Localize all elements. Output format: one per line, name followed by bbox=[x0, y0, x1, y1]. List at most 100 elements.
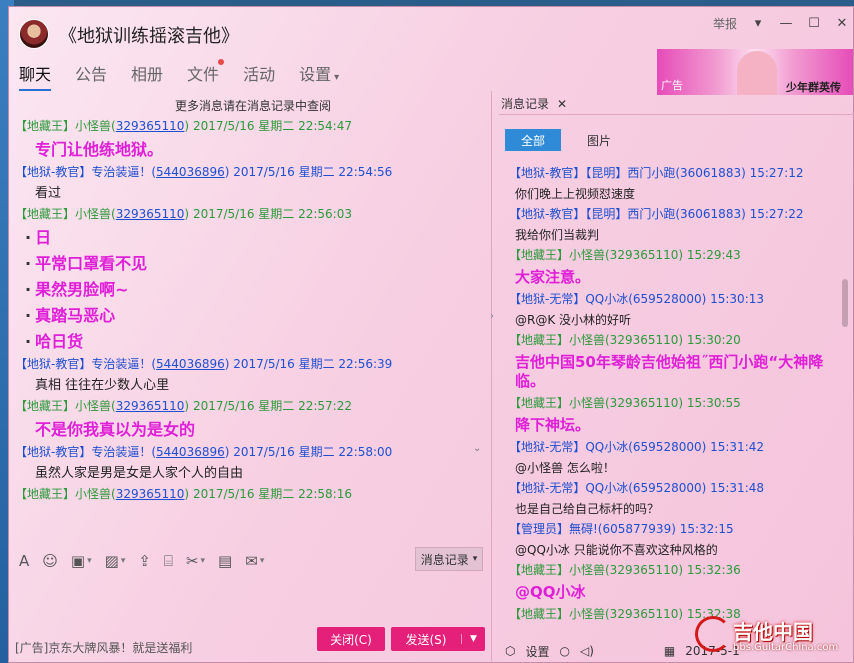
sender-title: 【地藏王】 bbox=[15, 207, 76, 221]
filter-all[interactable]: 全部 bbox=[505, 129, 561, 151]
history-message-text: 降下神坛。 bbox=[515, 416, 591, 434]
history-message-header: 【地狱-无常】QQ小冰(659528000) 15:30:13 bbox=[509, 292, 765, 306]
main-nav: 聊天 公告 相册 文件 活动 设置 ▾ bbox=[19, 59, 363, 91]
tab-settings-label: 设置 bbox=[299, 65, 332, 84]
sender-title: 【地狱-教官】 bbox=[15, 165, 92, 179]
group-avatar[interactable] bbox=[19, 19, 49, 49]
message-time: 2017/5/16 星期二 22:58:00 bbox=[233, 445, 393, 459]
history-scrollbar[interactable] bbox=[841, 161, 849, 641]
chat-message-area[interactable]: 更多消息请在消息记录中查阅 【地藏王】小怪兽(329365110) 2017/5/… bbox=[15, 91, 491, 541]
history-message-header: 【地藏王】小怪兽(329365110) 15:29:43 bbox=[509, 248, 741, 262]
sender-name[interactable]: 小怪兽( bbox=[75, 399, 116, 413]
close-icon[interactable]: ✕ bbox=[835, 16, 849, 31]
history-tab-label: 消息记录 bbox=[501, 97, 550, 111]
history-settings-label[interactable]: 设置 bbox=[525, 643, 549, 660]
dropdown-icon[interactable]: ▾ bbox=[751, 16, 765, 31]
history-tab-bar: 消息记录 ✕ bbox=[499, 91, 854, 115]
sender-qq-number[interactable]: 544036896 bbox=[156, 445, 225, 459]
message-text: 哈日货 bbox=[25, 332, 491, 352]
sender-name[interactable]: 专治装逼！( bbox=[91, 357, 156, 371]
history-message-header: 【管理员】無碍!(605877939) 15:32:15 bbox=[509, 522, 734, 536]
window-controls: 举报 ▾ — ☐ ✕ bbox=[713, 15, 849, 32]
calendar-icon[interactable]: ▦ bbox=[664, 644, 675, 658]
message-history-button[interactable]: 消息记录 ▾ bbox=[415, 547, 483, 571]
watermark-brand: 吉他中国 bbox=[733, 620, 813, 644]
minimize-icon[interactable]: — bbox=[779, 16, 793, 31]
message-text: 不是你我真以为是女的 bbox=[35, 420, 196, 439]
message-header: 【地藏王】小怪兽(329365110) 2017/5/16 星期二 22:56:… bbox=[15, 206, 491, 222]
message-time: 2017/5/16 星期二 22:54:56 bbox=[233, 165, 393, 179]
panel-divider[interactable]: › bbox=[490, 91, 499, 661]
sender-title: 【地藏王】 bbox=[15, 487, 76, 501]
sender-title: 【地藏王】 bbox=[15, 399, 76, 413]
history-message-text: 大家注意。 bbox=[515, 268, 591, 286]
speaker-icon[interactable]: ◁) bbox=[580, 644, 594, 658]
image-icon[interactable]: ▨ ▾ bbox=[105, 552, 126, 570]
sender-qq-number[interactable]: 544036896 bbox=[156, 357, 225, 371]
history-message-text: 吉他中国50年琴龄吉他始祖˝西门小跑“大神降临。 bbox=[515, 353, 824, 390]
ad-banner[interactable]: 广告 少年群英传 bbox=[657, 49, 853, 95]
sender-name[interactable]: 小怪兽( bbox=[75, 119, 116, 133]
footer-ad-link[interactable]: [广告]京东大牌风暴！就是送福利 bbox=[15, 639, 192, 656]
message-history-panel: 消息记录 ✕ 全部 图片 【地狱-教官】【昆明】西门小跑(36061883) 1… bbox=[499, 91, 854, 661]
message-text: 看过 bbox=[35, 186, 62, 201]
red-packet-icon[interactable]: ✉ ▾ bbox=[245, 552, 264, 570]
scroll-down-icon[interactable]: ⌄ bbox=[473, 443, 481, 454]
sender-qq-number[interactable]: 544036896 bbox=[156, 165, 225, 179]
notification-dot bbox=[218, 59, 225, 65]
send-options-chevron-icon[interactable]: ▼ bbox=[461, 634, 485, 644]
send-button[interactable]: 发送(S) ▼ bbox=[391, 627, 485, 651]
tab-album[interactable]: 相册 bbox=[131, 61, 163, 91]
report-link[interactable]: 举报 bbox=[713, 15, 737, 32]
sender-qq-number[interactable]: 329365110 bbox=[116, 487, 185, 501]
tab-announcement[interactable]: 公告 bbox=[75, 61, 107, 91]
close-icon[interactable]: ✕ bbox=[557, 97, 567, 111]
message-text: 果然男脸啊~ bbox=[25, 280, 491, 300]
history-message-text: @QQ小冰 bbox=[515, 583, 586, 601]
history-message-header: 【地藏王】小怪兽(329365110) 15:30:20 bbox=[509, 333, 741, 347]
history-tab[interactable]: 消息记录 ✕ bbox=[501, 95, 567, 112]
sender-title: 【地狱-教官】 bbox=[15, 357, 92, 371]
sender-name[interactable]: 专治装逼！( bbox=[91, 165, 156, 179]
history-message-text: 也是自己给自己标杆的吗？ bbox=[515, 502, 660, 516]
message-text: 平常口罩看不见 bbox=[25, 254, 491, 274]
upload-icon[interactable]: ⇪ bbox=[138, 552, 151, 570]
message-time: 2017/5/16 星期二 22:58:16 bbox=[192, 487, 352, 501]
chevron-down-icon: ▾ bbox=[472, 554, 478, 564]
gift-icon[interactable]: ⌸ bbox=[164, 552, 173, 570]
message-text: 真踏马恶心 bbox=[25, 306, 491, 326]
maximize-icon[interactable]: ☐ bbox=[807, 16, 821, 31]
message-text: 真相 往往在少数人心里 bbox=[35, 378, 170, 393]
history-message-text: @小怪兽 怎么啦！ bbox=[515, 461, 615, 475]
chat-history-tip[interactable]: 更多消息请在消息记录中查阅 bbox=[15, 97, 491, 114]
sender-qq-number[interactable]: 329365110 bbox=[116, 399, 185, 413]
history-message-list[interactable]: 【地狱-教官】【昆明】西门小跑(36061883) 15:27:12 你们晚上上视… bbox=[509, 161, 841, 631]
emoji-icon[interactable]: ☺ bbox=[42, 552, 58, 570]
message-time: 2017/5/16 星期二 22:56:03 bbox=[192, 207, 352, 221]
message-header: 【地藏王】小怪兽(329365110) 2017/5/16 星期二 22:54:… bbox=[15, 118, 491, 134]
sender-qq-number[interactable]: 329365110 bbox=[116, 119, 185, 133]
gif-icon[interactable]: ▣ ▾ bbox=[71, 552, 92, 570]
message-time: 2017/5/16 星期二 22:57:22 bbox=[192, 399, 352, 413]
filter-images[interactable]: 图片 bbox=[571, 129, 627, 151]
scrollbar-thumb[interactable] bbox=[842, 279, 848, 327]
chevron-down-icon: ▾ bbox=[334, 72, 340, 83]
tab-chat[interactable]: 聊天 bbox=[19, 61, 52, 91]
history-message-header: 【地狱-教官】【昆明】西门小跑(36061883) 15:27:22 bbox=[509, 207, 804, 221]
sender-name[interactable]: 专治装逼！( bbox=[91, 445, 156, 459]
tab-activity[interactable]: 活动 bbox=[243, 61, 275, 91]
file-icon[interactable]: ▤ bbox=[218, 552, 232, 570]
message-text: 虽然人家是男是女是人家个人的自由 bbox=[35, 466, 244, 481]
tab-settings[interactable]: 设置 ▾ bbox=[299, 61, 339, 91]
search-icon[interactable]: ○ bbox=[560, 644, 570, 658]
settings-icon[interactable]: ⬡ bbox=[505, 644, 515, 658]
sender-name[interactable]: 小怪兽( bbox=[75, 207, 116, 221]
font-icon[interactable]: A bbox=[19, 552, 29, 570]
screenshot-scissors-icon[interactable]: ✂ ▾ bbox=[186, 552, 205, 570]
watermark: 吉他中国 bbs.GuitarChina.com bbox=[693, 612, 853, 662]
history-message-text: 我给你们当裁判 bbox=[515, 228, 600, 242]
tab-files[interactable]: 文件 bbox=[187, 59, 225, 91]
sender-name[interactable]: 小怪兽( bbox=[75, 487, 116, 501]
close-button[interactable]: 关闭(C) bbox=[317, 627, 385, 651]
sender-qq-number[interactable]: 329365110 bbox=[116, 207, 185, 221]
